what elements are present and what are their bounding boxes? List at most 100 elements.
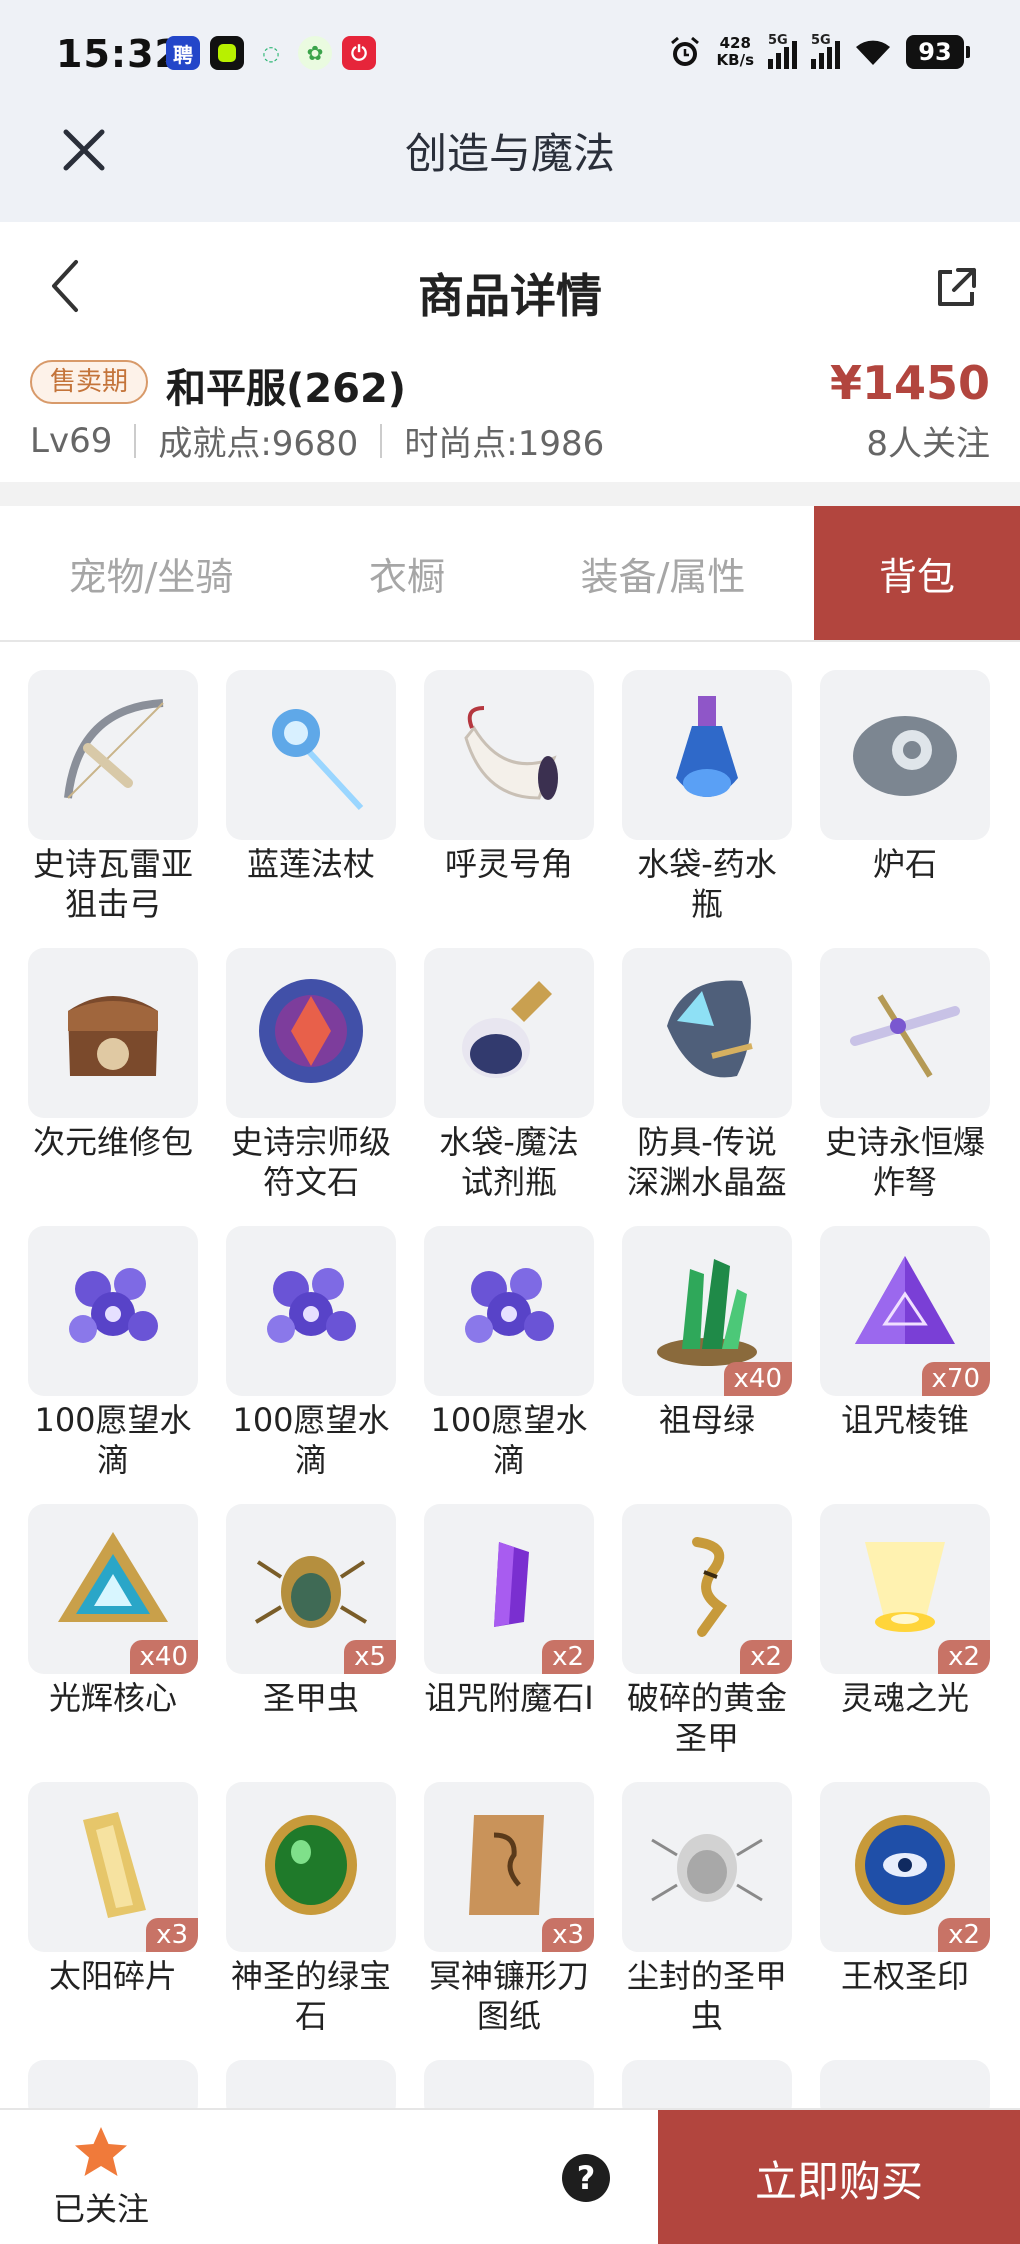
item-name: 灵魂之光 bbox=[840, 1679, 969, 1717]
item-name: 史诗瓦雷亚狙击弓 bbox=[32, 845, 193, 923]
item-name: 光辉核心 bbox=[48, 1679, 177, 1717]
backpack-item[interactable]: x5 圣甲虫 bbox=[226, 1504, 396, 1782]
backpack-item[interactable]: 水袋-魔法试剂瓶 bbox=[424, 948, 594, 1226]
section-divider bbox=[0, 482, 1020, 506]
item-name: 100愿望水滴 bbox=[232, 1401, 390, 1479]
backpack-item[interactable]: x70 诅咒棱锥 bbox=[820, 1226, 990, 1504]
item-thumbnail: x3 bbox=[28, 1782, 198, 1952]
backpack-item[interactable]: x3 冥神镰形刀图纸 bbox=[424, 1782, 594, 2060]
backpack-item[interactable]: x2 诅咒附魔石Ⅰ bbox=[424, 1504, 594, 1782]
item-name: 冥神镰形刀图纸 bbox=[428, 1957, 589, 2035]
backpack-item[interactable]: x2 灵魂之光 bbox=[820, 1504, 990, 1782]
item-name: 防具-传说深渊水晶盔 bbox=[626, 1123, 787, 1201]
tab-pets-mounts[interactable]: 宠物/坐骑 bbox=[0, 506, 302, 640]
magic-flask-icon bbox=[444, 966, 574, 1100]
item-name: 祖母绿 bbox=[658, 1401, 755, 1439]
net-speed: 428 KB/s bbox=[717, 35, 754, 69]
emerald-icon bbox=[642, 1244, 772, 1378]
backpack-item[interactable]: 100愿望水滴 bbox=[28, 1226, 198, 1504]
quantity-badge: x5 bbox=[344, 1640, 396, 1674]
sale-status-badge: 售卖期 bbox=[30, 360, 149, 404]
item-thumbnail: x2 bbox=[820, 1504, 990, 1674]
bottom-bar: 已关注 ? 立即购买 bbox=[0, 2108, 1020, 2244]
share-button[interactable] bbox=[932, 264, 980, 312]
backpack-item[interactable]: 史诗永恒爆炸弩 bbox=[820, 948, 990, 1226]
royal-seal-icon bbox=[840, 1800, 970, 1934]
divider bbox=[134, 423, 137, 458]
app-notification-icon: ✿ bbox=[298, 36, 332, 70]
app-notification-icon: ◌ bbox=[262, 41, 280, 65]
backpack-item[interactable]: x3 太阳碎片 bbox=[28, 1782, 198, 2060]
backpack-item[interactable]: 炉石 bbox=[820, 670, 990, 948]
backpack-item[interactable]: x2 破碎的黄金圣甲 bbox=[622, 1504, 792, 1782]
backpack-item[interactable]: 蓝莲法杖 bbox=[226, 670, 396, 948]
item-thumbnail: x70 bbox=[820, 1226, 990, 1396]
follow-label: 已关注 bbox=[52, 2190, 149, 2228]
backpack-item[interactable]: 呼灵号角 bbox=[424, 670, 594, 948]
backpack-item[interactable]: 100愿望水滴 bbox=[226, 1226, 396, 1504]
signal-label: 5G bbox=[811, 33, 831, 48]
quantity-badge: x70 bbox=[921, 1362, 990, 1396]
item-thumbnail: x2 bbox=[820, 1782, 990, 1952]
item-name: 蓝莲法杖 bbox=[246, 845, 375, 883]
battery-level: 93 bbox=[918, 38, 952, 66]
item-thumbnail bbox=[820, 670, 990, 840]
item-name: 诅咒棱锥 bbox=[840, 1401, 969, 1439]
item-thumbnail bbox=[28, 670, 198, 840]
net-speed-unit: KB/s bbox=[716, 51, 754, 69]
item-name: 诅咒附魔石Ⅰ bbox=[424, 1679, 594, 1717]
backpack-item[interactable]: x40 光辉核心 bbox=[28, 1504, 198, 1782]
crossbow-icon bbox=[840, 966, 970, 1100]
item-thumbnail bbox=[622, 670, 792, 840]
backpack-item[interactable]: x40 祖母绿 bbox=[622, 1226, 792, 1504]
help-button[interactable]: ? bbox=[562, 2154, 610, 2202]
blueprint-icon bbox=[444, 1800, 574, 1934]
tab-equipment[interactable]: 装备/属性 bbox=[512, 506, 814, 640]
backpack-item[interactable]: 100愿望水滴 bbox=[424, 1226, 594, 1504]
star-icon bbox=[75, 2127, 127, 2176]
fashion-points: 时尚点:1986 bbox=[404, 424, 605, 464]
backpack-item[interactable]: 尘封的圣甲虫 bbox=[622, 1782, 792, 2060]
wifi-icon bbox=[856, 40, 890, 65]
tab-backpack[interactable]: 背包 bbox=[814, 506, 1020, 640]
backpack-item[interactable]: x2 王权圣印 bbox=[820, 1782, 990, 2060]
backpack-item[interactable]: 次元维修包 bbox=[28, 948, 198, 1226]
quantity-badge: x40 bbox=[129, 1640, 198, 1674]
item-name: 破碎的黄金圣甲 bbox=[626, 1679, 787, 1757]
app-notification-icon: ⏻ bbox=[342, 36, 376, 70]
backpack-item[interactable]: 史诗宗师级符文石 bbox=[226, 948, 396, 1226]
item-name: 神圣的绿宝石 bbox=[230, 1957, 391, 2035]
item-thumbnail bbox=[226, 948, 396, 1118]
status-bar: 15:32 聘 ◌ ✿ ⏻ 428 KB/s 5G 5G 93 bbox=[0, 0, 1020, 110]
item-thumbnail bbox=[820, 948, 990, 1118]
horn-icon bbox=[444, 688, 574, 822]
app-notification-icon bbox=[210, 36, 244, 70]
item-thumbnail: x40 bbox=[622, 1226, 792, 1396]
item-name: 史诗宗师级符文石 bbox=[230, 1123, 391, 1201]
backpack-item[interactable]: 防具-传说深渊水晶盔 bbox=[622, 948, 792, 1226]
holy-gem-icon bbox=[246, 1800, 376, 1934]
item-name: 炉石 bbox=[872, 845, 937, 883]
wish-drop-icon bbox=[246, 1244, 376, 1378]
quantity-badge: x2 bbox=[740, 1640, 792, 1674]
app-title: 创造与魔法 bbox=[404, 129, 615, 178]
quantity-badge: x3 bbox=[146, 1918, 198, 1952]
backpack-grid: 史诗瓦雷亚狙击弓 蓝莲法杖 呼灵号角 水袋-药水瓶 炉石次元维修包 史诗宗师级符文石 水袋-… bbox=[28, 670, 998, 2244]
backpack-item[interactable]: 水袋-药水瓶 bbox=[622, 670, 792, 948]
page-title: 商品详情 bbox=[418, 269, 602, 323]
item-thumbnail bbox=[226, 1782, 396, 1952]
tab-bar: 宠物/坐骑 衣橱 装备/属性 背包 bbox=[0, 506, 1020, 642]
divider bbox=[380, 423, 383, 458]
backpack-item[interactable]: 史诗瓦雷亚狙击弓 bbox=[28, 670, 198, 948]
item-name: 100愿望水滴 bbox=[34, 1401, 192, 1479]
item-name: 水袋-药水瓶 bbox=[637, 845, 777, 923]
tab-wardrobe[interactable]: 衣橱 bbox=[302, 506, 512, 640]
item-thumbnail bbox=[226, 1226, 396, 1396]
app-header: 创造与魔法 bbox=[0, 110, 1020, 222]
backpack-item[interactable]: 神圣的绿宝石 bbox=[226, 1782, 396, 2060]
quantity-badge: x3 bbox=[542, 1918, 594, 1952]
detail-nav: 商品详情 bbox=[0, 222, 1020, 342]
crystal-helmet-icon bbox=[642, 966, 772, 1100]
follow-button[interactable]: 已关注 bbox=[36, 2124, 166, 2234]
buy-now-button[interactable]: 立即购买 bbox=[658, 2110, 1020, 2244]
